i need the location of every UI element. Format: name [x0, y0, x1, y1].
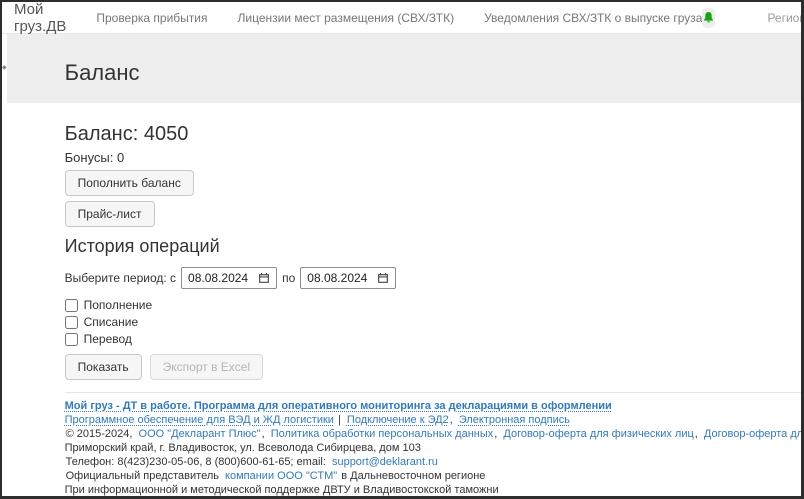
writeoff-checkbox-label[interactable]: Списание — [84, 315, 139, 329]
writeoff-checkbox[interactable] — [65, 316, 78, 329]
copyright-text: © 2015-2024, — [66, 428, 133, 440]
footer-email-link[interactable]: support@deklarant.ru — [332, 456, 438, 468]
filter-row-transfer: Перевод — [65, 332, 804, 346]
footer-divider — [65, 392, 804, 393]
nav-item-notifications[interactable]: Уведомления СВХ/ЗТК о выпуске груза — [484, 11, 702, 25]
footer-stm-company-link[interactable]: компании ООО "СТМ" — [225, 470, 337, 482]
filter-row-writeoff: Списание — [65, 315, 804, 329]
topup-balance-button[interactable]: Пополнить баланс — [65, 170, 194, 196]
footer-comma: , — [494, 428, 497, 440]
top-navbar: Мой груз.ДВ Проверка прибытия Лицензии м… — [2, 2, 801, 34]
footer-offer-individuals-link[interactable]: Договор-оферта для физических лиц — [503, 428, 693, 440]
footer-representative-text: Официальный представитель — [66, 470, 219, 482]
footer-ed2-link[interactable]: Подключение к ЭД2 — [347, 414, 449, 426]
footer-address: Приморский край, г. Владивосток, ул. Все… — [65, 442, 804, 456]
footer-comma: , — [262, 428, 265, 440]
date-to-value: 08.08.2024 — [307, 271, 367, 285]
notifications-bell-button[interactable] — [702, 8, 715, 28]
date-to-input[interactable]: 08.08.2024 — [300, 267, 396, 289]
footer-comma: , — [450, 414, 453, 426]
footer-support-text: При информационной и методической поддер… — [65, 484, 804, 498]
date-from-value: 08.08.2024 — [188, 271, 248, 285]
footer: Мой груз - ДТ в работе. Программа для оп… — [65, 400, 804, 498]
period-to-label: по — [282, 271, 295, 285]
operation-type-filters: Пополнение Списание Перевод — [65, 298, 804, 346]
bonus-amount: Бонусы: 0 — [65, 150, 804, 165]
footer-company-link[interactable]: ООО "Декларант Плюс" — [139, 428, 261, 440]
footer-separator: | — [338, 414, 341, 426]
nav-item-licenses[interactable]: Лицензии мест размещения (СВХ/ЗТК) — [238, 11, 455, 25]
bell-icon — [702, 11, 715, 24]
page-title: Баланс — [65, 60, 804, 86]
region-selector[interactable]: Регион: Дальний Восток (ДВТУ) ▼ — [767, 11, 804, 25]
footer-software-link[interactable]: Программное обеспечение для ВЭД и ЖД лог… — [65, 414, 334, 426]
topup-checkbox-label[interactable]: Пополнение — [84, 298, 153, 312]
date-from-input[interactable]: 08.08.2024 — [181, 267, 277, 289]
main-column: Баланс Баланс: 4050 Бонусы: 0 Пополнить … — [7, 34, 804, 498]
region-label: Регион: — [767, 11, 804, 25]
footer-representative-suffix: в Дальневосточном регионе — [341, 470, 485, 482]
period-filter: Выберите период: с 08.08.2024 по 08.08.2… — [65, 267, 804, 289]
filter-row-topup: Пополнение — [65, 298, 804, 312]
footer-signature-link[interactable]: Электронная подпись — [459, 414, 570, 426]
footer-headline-link[interactable]: Мой груз - ДТ в работе. Программа для оп… — [65, 400, 612, 412]
nav-item-arrival-check[interactable]: Проверка прибытия — [96, 11, 207, 25]
calendar-icon[interactable] — [377, 272, 389, 284]
brand-logo[interactable]: Мой груз.ДВ — [14, 1, 66, 35]
app-window: Мой груз.ДВ Проверка прибытия Лицензии м… — [0, 0, 804, 499]
footer-offer-legal-link[interactable]: Договор-оферта для юридических лиц — [704, 428, 804, 440]
history-section-title: История операций — [65, 236, 804, 257]
balance-amount: Баланс: 4050 — [65, 123, 804, 146]
footer-phone-text: Телефон: 8(423)230-05-06, 8 (800)600-61-… — [66, 456, 326, 468]
export-excel-button: Экспорт в Excel — [150, 354, 263, 380]
show-button[interactable]: Показать — [65, 354, 142, 380]
transfer-checkbox[interactable] — [65, 333, 78, 346]
actions-row: Показать Экспорт в Excel — [65, 354, 804, 380]
footer-privacy-link[interactable]: Политика обработки персональных данных — [271, 428, 494, 440]
page-header: Баланс — [7, 34, 804, 103]
calendar-icon[interactable] — [258, 272, 270, 284]
transfer-checkbox-label[interactable]: Перевод — [84, 332, 132, 346]
topup-checkbox[interactable] — [65, 299, 78, 312]
period-label: Выберите период: с — [65, 271, 176, 285]
content-area: Баланс: 4050 Бонусы: 0 Пополнить баланс … — [7, 103, 804, 498]
page-layout: ◆ Баланс Баланс: 4050 Бонусы: 0 Пополнит… — [2, 34, 801, 498]
nav-links: Проверка прибытия Лицензии мест размещен… — [96, 11, 702, 25]
footer-comma: , — [695, 428, 698, 440]
pricelist-button[interactable]: Прайс-лист — [65, 201, 155, 227]
